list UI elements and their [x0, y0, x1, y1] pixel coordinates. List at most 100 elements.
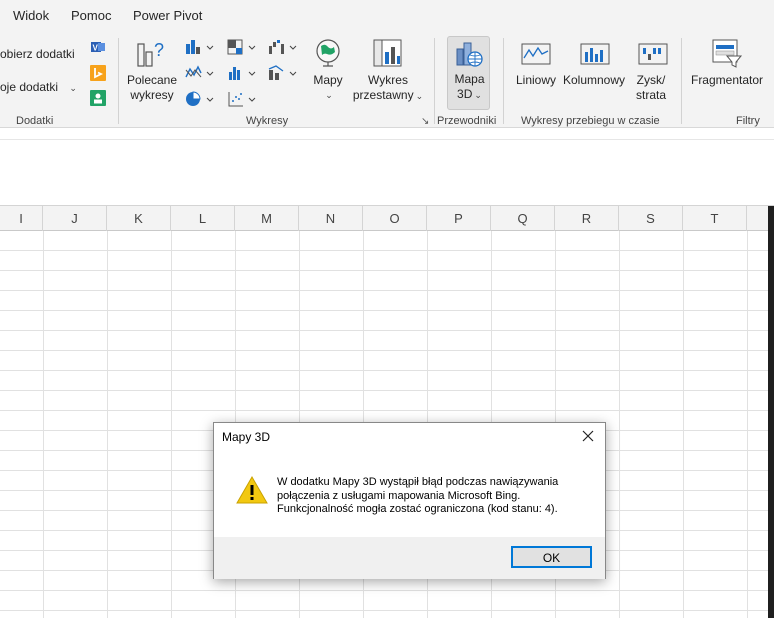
maps-button[interactable]: Mapy ⌄ — [306, 73, 350, 103]
dialog-message-line: połączenia z usługami mapowania Microsof… — [277, 489, 521, 502]
ok-button[interactable]: OK — [511, 546, 592, 568]
chevron-down-icon: ⌄ — [474, 90, 482, 100]
column-header[interactable]: R — [555, 206, 619, 231]
ribbon: obierz dodatki oje dodatki ⌄ V Dodatki ?… — [0, 32, 774, 128]
charts-group-label: Wykresy — [246, 115, 289, 127]
column-gridline — [683, 231, 684, 618]
recommended-charts-label-1: Polecane — [126, 73, 178, 87]
column-header[interactable]: O — [363, 206, 427, 231]
column-header[interactable]: M — [235, 206, 299, 231]
column-gridline — [107, 231, 108, 618]
row-gridline — [0, 250, 768, 251]
my-addins-label: oje dodatki — [0, 80, 59, 94]
line-chart-button[interactable] — [185, 64, 215, 84]
slicer-icon — [711, 38, 743, 68]
error-dialog: Mapy 3D W dodatku Mapy 3D wystąpił błąd … — [213, 422, 606, 579]
chevron-down-icon: ⌄ — [69, 83, 77, 93]
divider — [118, 38, 119, 124]
column-header[interactable]: L — [171, 206, 235, 231]
warning-icon — [236, 475, 268, 510]
pivot-chart-icon — [373, 38, 403, 68]
hierarchy-chart-button[interactable] — [227, 38, 257, 58]
my-addins-button[interactable]: oje dodatki ⌄ — [0, 80, 77, 96]
divider — [503, 38, 504, 124]
divider — [0, 139, 774, 140]
svg-text:V: V — [93, 44, 99, 53]
slicer-label: Fragmentator — [690, 73, 764, 87]
close-icon[interactable] — [579, 427, 597, 445]
column-gridline — [747, 231, 748, 618]
filters-group-label: Filtry — [736, 115, 760, 127]
row-gridline — [0, 370, 768, 371]
maps-label: Mapy — [313, 73, 343, 87]
dialog-title: Mapy 3D — [222, 430, 271, 444]
statistic-chart-button[interactable] — [227, 64, 257, 84]
dialog-message: W dodatku Mapy 3D wystąpił błąd podczas … — [277, 476, 587, 517]
column-headers: I J K L M N O P Q R S T — [0, 206, 774, 231]
dialog-launcher-icon[interactable]: ↘ — [421, 116, 429, 127]
people-graph-icon[interactable] — [90, 90, 106, 106]
tours-group-label: Przewodniki — [437, 115, 497, 127]
column-header[interactable]: P — [427, 206, 491, 231]
formula-bar-area[interactable] — [0, 129, 774, 206]
addins-group-label: Dodatki — [16, 115, 54, 127]
sparkline-line-label: Liniowy — [515, 73, 557, 87]
sparkline-winloss-button[interactable]: Zysk/ strata — [630, 73, 672, 103]
tab-help[interactable]: Pomoc — [71, 8, 111, 23]
svg-text:?: ? — [154, 40, 164, 60]
bing-icon[interactable] — [90, 65, 106, 81]
sparkline-winloss-label-1: Zysk/ — [636, 73, 666, 87]
row-gridline — [0, 270, 768, 271]
column-header[interactable]: S — [619, 206, 683, 231]
row-gridline — [0, 290, 768, 291]
menu-bar: Widok Pomoc Power Pivot — [0, 0, 774, 32]
pivot-chart-label-2: przestawny — [352, 88, 414, 102]
divider — [434, 38, 435, 124]
row-gridline — [0, 330, 768, 331]
column-header[interactable]: I — [0, 206, 43, 231]
column-header[interactable]: T — [683, 206, 747, 231]
map3d-label-2: 3D — [457, 87, 473, 101]
map3d-icon — [454, 39, 484, 69]
map3d-label-1: Mapa — [454, 72, 485, 86]
sparkline-line-button[interactable]: Liniowy — [512, 73, 560, 88]
waterfall-chart-button[interactable] — [268, 38, 298, 58]
row-gridline — [0, 310, 768, 311]
sparkline-column-label: Kolumnowy — [562, 73, 626, 87]
combo-chart-button[interactable] — [268, 64, 298, 84]
visio-icon[interactable]: V — [90, 40, 106, 54]
map3d-button[interactable]: Mapa 3D ⌄ — [447, 36, 490, 110]
row-gridline — [0, 410, 768, 411]
recommended-charts-label-2: wykresy — [130, 88, 174, 102]
column-gridline — [619, 231, 620, 618]
column-header[interactable]: K — [107, 206, 171, 231]
chevron-down-icon: ⌄ — [325, 90, 333, 100]
column-header[interactable]: Q — [491, 206, 555, 231]
row-gridline — [0, 350, 768, 351]
sparkline-column-icon — [580, 42, 610, 66]
dialog-message-line: W dodatku Mapy 3D wystąpił błąd podczas … — [277, 476, 559, 488]
recommended-charts-button[interactable]: Polecane wykresy — [124, 73, 180, 103]
row-gridline — [0, 590, 768, 591]
sparklines-group-label: Wykresy przebiegu w czasie — [521, 115, 660, 127]
column-header[interactable]: N — [299, 206, 363, 231]
window-edge — [768, 206, 774, 618]
slicer-button[interactable]: Fragmentator — [688, 73, 766, 88]
column-chart-button[interactable] — [185, 38, 215, 58]
tab-power-pivot[interactable]: Power Pivot — [133, 8, 202, 23]
scatter-chart-button[interactable] — [227, 90, 257, 110]
tab-view[interactable]: Widok — [13, 8, 49, 23]
recommended-charts-icon: ? — [136, 38, 168, 68]
column-gridline — [171, 231, 172, 618]
column-header[interactable]: J — [43, 206, 107, 231]
pie-chart-button[interactable] — [185, 90, 215, 110]
dialog-message-line: Funkcjonalność mogła zostać ograniczona … — [277, 503, 558, 515]
sparkline-column-button[interactable]: Kolumnowy — [560, 73, 628, 88]
row-gridline — [0, 610, 768, 611]
chevron-down-icon: ⌄ — [415, 91, 424, 101]
pivot-chart-label-1: Wykres — [368, 73, 408, 87]
sparkline-line-icon — [521, 42, 551, 66]
get-addins-button[interactable]: obierz dodatki — [0, 47, 75, 62]
pivot-chart-button[interactable]: Wykres przestawny ⌄ — [350, 73, 426, 104]
sparkline-winloss-icon — [638, 42, 668, 66]
